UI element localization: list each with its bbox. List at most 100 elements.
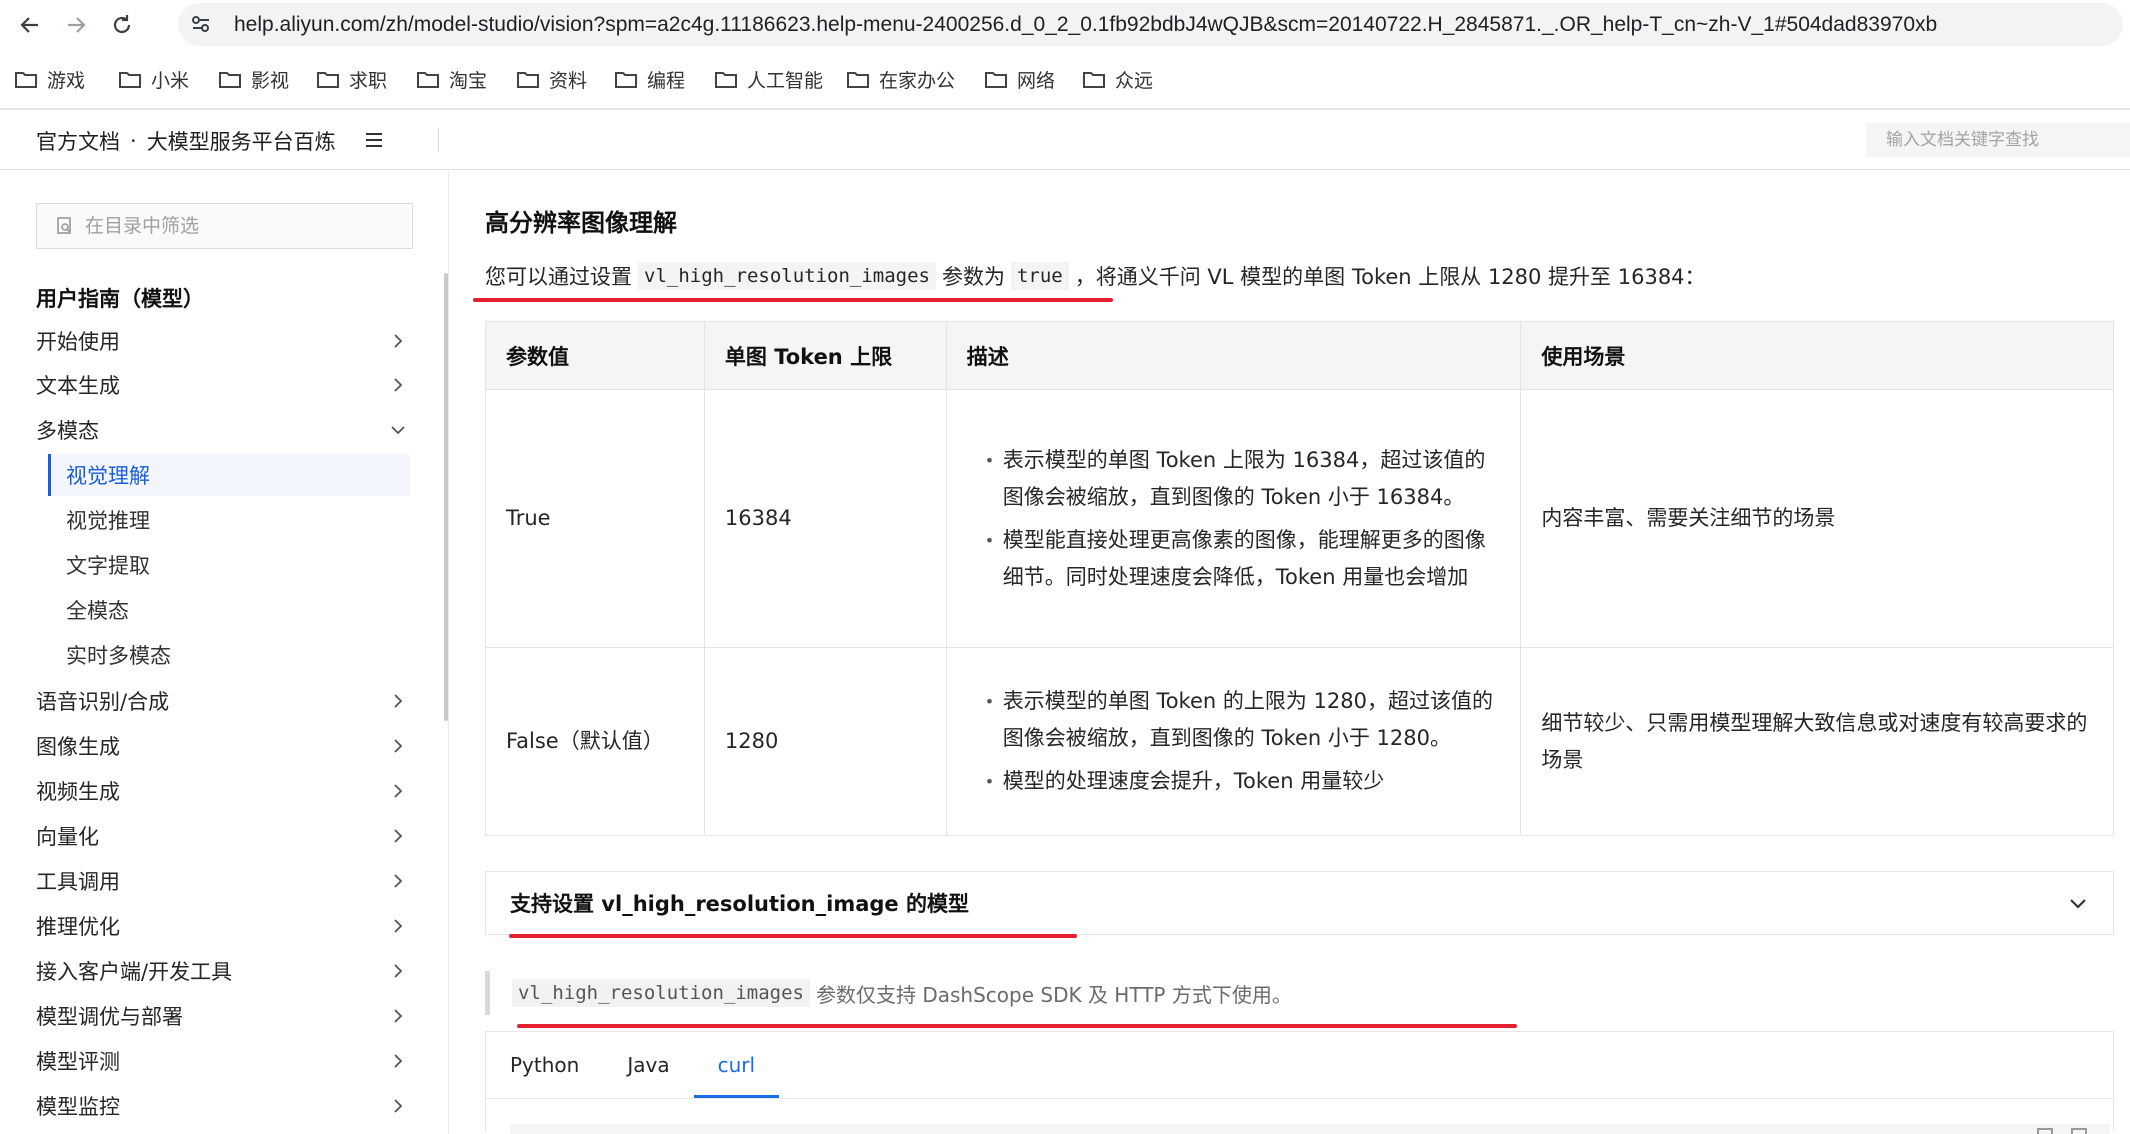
- chevron-right-icon: [394, 694, 403, 708]
- forward-button[interactable]: [58, 7, 94, 43]
- sidebar-item[interactable]: 视频生成: [36, 771, 406, 811]
- chevron-down-icon: [2070, 899, 2086, 909]
- sidebar-item[interactable]: 模型监控: [36, 1086, 406, 1126]
- folder-icon: [615, 72, 637, 88]
- tab-python[interactable]: Python: [486, 1032, 603, 1098]
- folder-icon: [417, 72, 439, 88]
- tab-curl[interactable]: curl: [693, 1032, 780, 1098]
- sidebar-item[interactable]: 模型评测: [36, 1041, 406, 1081]
- tab-row: Python Java curl: [486, 1032, 780, 1098]
- note-callout: vl_high_resolution_images 参数仅支持 DashScop…: [485, 971, 2114, 1015]
- breadcrumb-site[interactable]: 官方文档: [36, 126, 120, 156]
- list-item: 表示模型的单图 Token 的上限为 1280，超过该值的图像会被缩放，直到图像…: [985, 683, 1501, 757]
- main-content: 高分辨率图像理解 您可以通过设置 vl_high_resolution_imag…: [449, 171, 2130, 1134]
- table-header: 参数值: [485, 321, 705, 390]
- back-button[interactable]: [12, 7, 48, 43]
- table-cell: 16384: [703, 389, 947, 648]
- bookmark-folder[interactable]: 众远: [1082, 62, 1153, 96]
- tab-java[interactable]: Java: [603, 1032, 693, 1098]
- toc-filter-input[interactable]: [85, 215, 385, 237]
- table-cell: 细节较少、只需用模型理解大致信息或对速度有较高要求的场景: [1520, 647, 2114, 836]
- arrow-right-icon: [68, 17, 86, 33]
- bookmark-folder[interactable]: 求职: [316, 62, 387, 96]
- bookmark-folder[interactable]: 人工智能: [714, 62, 823, 96]
- site-header: 官方文档 · 大模型服务平台百炼: [0, 110, 2130, 170]
- chevron-down-icon: [391, 426, 405, 435]
- folder-icon: [119, 72, 141, 88]
- table-header: 使用场景: [1520, 321, 2114, 390]
- bookmark-folder[interactable]: 编程: [614, 62, 685, 96]
- sidebar-item[interactable]: 接入客户端/开发工具: [36, 951, 406, 991]
- arrow-left-icon: [20, 17, 38, 33]
- table-cell: 1280: [703, 647, 947, 836]
- reload-button[interactable]: [104, 7, 140, 43]
- bookmark-folder[interactable]: 网络: [984, 62, 1055, 96]
- list-item: 表示模型的单图 Token 上限为 16384，超过该值的图像会被缩放，直到图像…: [985, 442, 1501, 516]
- breadcrumb-product[interactable]: 大模型服务平台百炼: [147, 126, 336, 156]
- code-example-tabs: Python Java curl: [485, 1031, 2115, 1134]
- sidebar-item[interactable]: 开始使用: [36, 321, 406, 361]
- bookmark-folder[interactable]: 淘宝: [416, 62, 487, 96]
- doc-search-input[interactable]: [1866, 123, 2130, 157]
- table-row: True 16384 表示模型的单图 Token 上限为 16384，超过该值的…: [485, 389, 2114, 648]
- sidebar-section-title: 用户指南（模型）: [36, 287, 204, 311]
- annotation-underline: [517, 1024, 1517, 1028]
- chevron-right-icon: [394, 334, 403, 348]
- folder-icon: [715, 72, 737, 88]
- bookmark-folder[interactable]: 游戏: [14, 62, 85, 96]
- bookmark-folder[interactable]: 影视: [218, 62, 289, 96]
- sidebar-subitem[interactable]: 文字提取: [48, 544, 410, 586]
- table-header: 描述: [945, 321, 1522, 390]
- folder-icon: [985, 72, 1007, 88]
- code-block: [510, 1124, 2110, 1134]
- address-bar[interactable]: help.aliyun.com/zh/model-studio/vision?s…: [178, 3, 2123, 46]
- sidebar-item-multimodal[interactable]: 多模态: [36, 410, 406, 450]
- chevron-right-icon: [394, 919, 403, 933]
- sidebar-item[interactable]: 模型调优与部署: [36, 996, 406, 1036]
- sidebar-subitem-vision[interactable]: 视觉理解: [48, 454, 410, 496]
- supported-models-collapse[interactable]: 支持设置 vl_high_resolution_image 的模型: [485, 871, 2114, 935]
- folder-icon: [15, 72, 37, 88]
- sidebar-item[interactable]: 工具调用: [36, 861, 406, 901]
- table-cell: False（默认值）: [485, 647, 705, 836]
- folder-icon: [847, 72, 869, 88]
- table-header: 单图 Token 上限: [703, 321, 947, 390]
- site-settings-icon[interactable]: [190, 13, 212, 35]
- sidebar-item[interactable]: 语音识别/合成: [36, 681, 406, 721]
- annotation-underline: [509, 934, 1077, 938]
- chevron-right-icon: [394, 1054, 403, 1068]
- filter-search-icon: [57, 217, 71, 234]
- breadcrumb-separator: ·: [130, 129, 137, 153]
- sidebar-item[interactable]: 文本生成: [36, 365, 406, 405]
- chevron-right-icon: [394, 784, 403, 798]
- sidebar-subitem[interactable]: 全模态: [48, 589, 410, 631]
- list-item: 模型能直接处理更高像素的图像，能理解更多的图像细节。同时处理速度会降低，Toke…: [985, 522, 1501, 596]
- sidebar-subitem[interactable]: 视觉推理: [48, 499, 410, 541]
- header-divider: [438, 128, 439, 152]
- url-text[interactable]: help.aliyun.com/zh/model-studio/vision?s…: [234, 13, 1937, 37]
- inline-code: vl_high_resolution_images: [638, 262, 936, 290]
- bookmark-folder[interactable]: 资料: [516, 62, 587, 96]
- table-row: False（默认值） 1280 表示模型的单图 Token 的上限为 1280，…: [485, 647, 2114, 836]
- folder-icon: [317, 72, 339, 88]
- code-actions: [2037, 1128, 2087, 1134]
- hamburger-menu-icon[interactable]: [362, 128, 386, 152]
- sidebar-item[interactable]: 图像生成: [36, 726, 406, 766]
- browser-toolbar: help.aliyun.com/zh/model-studio/vision?s…: [0, 0, 2130, 50]
- folder-icon: [219, 72, 241, 88]
- bookmark-folder[interactable]: 在家办公: [846, 62, 955, 96]
- chevron-right-icon: [394, 874, 403, 888]
- sidebar-item[interactable]: 向量化: [36, 816, 406, 856]
- sidebar: 用户指南（模型） 开始使用 文本生成 多模态 视觉理解 视觉推理 文字提取 全模…: [0, 171, 449, 1134]
- chevron-right-icon: [394, 1099, 403, 1113]
- collapse-title: 支持设置 vl_high_resolution_image 的模型: [510, 892, 969, 916]
- copy-icon[interactable]: [2037, 1128, 2053, 1134]
- chevron-right-icon: [394, 964, 403, 978]
- sidebar-subitem[interactable]: 实时多模态: [48, 634, 410, 676]
- param-table: 参数值 单图 Token 上限 描述 使用场景 True 16384 表示模型的…: [485, 321, 2114, 836]
- expand-icon[interactable]: [2071, 1128, 2087, 1134]
- sidebar-item[interactable]: 推理优化: [36, 906, 406, 946]
- toc-filter[interactable]: [36, 203, 413, 249]
- bookmark-folder[interactable]: 小米: [118, 62, 189, 96]
- folder-icon: [517, 72, 539, 88]
